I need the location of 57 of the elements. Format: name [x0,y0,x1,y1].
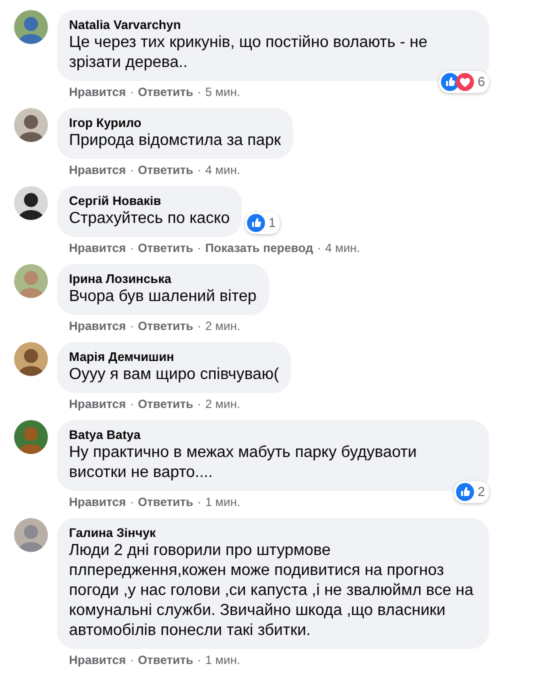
action-link[interactable]: Ответить [138,163,194,177]
separator-dot: · [130,653,134,667]
separator-dot: · [130,163,134,177]
comment-text: Ну практично в межах мабуть парку будуваоти висотки не варто.... [69,443,418,483]
action-link[interactable]: Ответить [138,319,194,333]
comment-text: Оууу я вам щиро співчуваю( [69,365,279,385]
author-name[interactable]: Ігор Курило [69,115,281,131]
reaction-badge[interactable]: 6 [438,71,489,93]
author-name[interactable]: Ірина Лозинська [69,271,256,287]
action-link[interactable]: Ответить [138,495,194,509]
author-name[interactable]: Сергій Новаків [69,193,230,209]
comment-time[interactable]: 1 мин. [205,495,240,509]
separator-dot: · [197,319,202,333]
comment-time[interactable]: 4 мин. [325,241,360,255]
separator-dot: · [130,319,134,333]
separator-dot: · [197,653,202,667]
separator-dot: · [197,495,202,509]
separator-dot: · [130,495,134,509]
comment-time[interactable]: 2 мин. [205,397,240,411]
comment-text: Люди 2 дні говорили про штурмове плпередження,кожен може подивитися на прогноз погоди ,у нас голови ,си капуста ,і не звалюймл все на комунальні служби. Звичайно шкода ,що власники автомобілів понесли такі збитки. [69,541,474,641]
reaction-badge[interactable]: 2 [454,481,489,503]
reaction-badge[interactable]: 1 [244,212,280,234]
action-link[interactable]: Ответить [138,85,194,99]
action-link[interactable]: Нравится [69,653,126,667]
action-link[interactable]: Нравится [69,319,126,333]
comment-text: Це через тих крикунів, що постійно волають - не зрізати дерева.. [69,33,428,73]
separator-dot: · [197,85,202,99]
author-name[interactable]: Natalia Varvarchyn [69,17,477,33]
avatar[interactable] [14,186,48,220]
avatar[interactable] [14,108,48,142]
action-link[interactable]: Показать перевод [205,241,314,255]
action-link[interactable]: Ответить [138,241,194,255]
author-name[interactable]: Марія Демчишин [69,349,279,365]
comment-time[interactable]: 2 мин. [205,319,240,333]
separator-dot: · [197,397,202,411]
action-link[interactable]: Нравится [69,163,126,177]
separator-dot: · [197,241,202,255]
comment-text: Природа відомстила за парк [69,131,281,151]
separator-dot: · [317,241,322,255]
action-link[interactable]: Нравится [69,241,126,255]
separator-dot: · [130,397,134,411]
action-link[interactable]: Нравится [69,495,126,509]
separator-dot: · [130,85,134,99]
comment-text: Вчора був шалений вітер [69,287,256,307]
comment-time[interactable]: 1 мин. [205,653,240,667]
action-link[interactable]: Нравится [69,397,126,411]
separator-dot: · [197,163,202,177]
avatar[interactable] [14,342,48,376]
action-link[interactable]: Нравится [69,85,126,99]
comment-time[interactable]: 5 мин. [205,85,240,99]
separator-dot: · [130,241,134,255]
action-link[interactable]: Ответить [138,653,194,667]
comment-text: Страхуйтесь по каско [69,209,230,229]
author-name[interactable]: Batya Batya [69,427,477,443]
action-link[interactable]: Ответить [138,397,194,411]
comment-time[interactable]: 4 мин. [205,163,240,177]
author-name[interactable]: Галина Зінчук [69,525,477,541]
